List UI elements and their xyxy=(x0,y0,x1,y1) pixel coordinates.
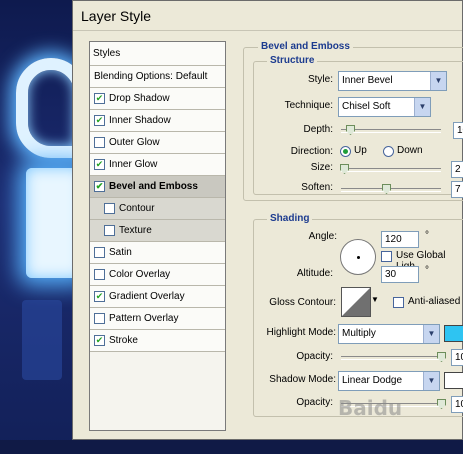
styles-list-header[interactable]: Styles xyxy=(90,42,225,66)
highlight-mode-value: Multiply xyxy=(342,328,376,339)
styles-list-item-label: Drop Shadow xyxy=(109,93,170,104)
shadow-mode-select[interactable]: Linear Dodge ▼ xyxy=(338,371,440,391)
bevel-emboss-title: Bevel and Emboss xyxy=(258,41,353,52)
shadow-opacity-label: Opacity: xyxy=(296,397,333,408)
style-label: Style: xyxy=(307,74,333,85)
anti-aliased-label: Anti-aliased xyxy=(408,296,461,307)
size-slider-track[interactable] xyxy=(341,168,441,172)
chevron-down-icon[interactable]: ▼ xyxy=(423,325,439,343)
chevron-down-icon[interactable]: ▼ xyxy=(423,372,439,390)
styles-list-item[interactable]: Color Overlay xyxy=(90,264,225,286)
checkbox-icon[interactable] xyxy=(94,137,105,148)
styles-list-item[interactable]: Contour xyxy=(90,198,225,220)
shading-title: Shading xyxy=(267,213,313,224)
styles-list-item-label: Outer Glow xyxy=(109,137,160,148)
styles-list-item-label: Bevel and Emboss xyxy=(109,181,198,192)
styles-list-item[interactable]: ✔ Bevel and Emboss xyxy=(90,176,225,198)
depth-input[interactable]: 10 xyxy=(453,122,463,139)
shadow-color-swatch[interactable] xyxy=(444,372,463,389)
soften-label: Soften: xyxy=(301,182,333,193)
styles-list-item-label: Blending Options: Default xyxy=(94,71,208,82)
checkbox-icon[interactable] xyxy=(94,313,105,324)
direction-up-label: Up xyxy=(354,145,367,156)
canvas-bottom-strip xyxy=(0,440,463,454)
styles-list-item[interactable]: Blending Options: Default xyxy=(90,66,225,88)
angle-label: Angle: xyxy=(308,231,337,242)
size-input[interactable]: 2 xyxy=(451,161,463,178)
styles-list-item[interactable]: ✔ Stroke xyxy=(90,330,225,352)
angle-unit: ° xyxy=(425,230,429,241)
angle-input[interactable]: 120 xyxy=(381,231,419,248)
style-select[interactable]: Inner Bevel ▼ xyxy=(338,71,447,91)
checkbox-checked-icon[interactable]: ✔ xyxy=(94,159,105,170)
styles-list-item[interactable]: Satin xyxy=(90,242,225,264)
styles-list-item-label: Satin xyxy=(109,247,132,258)
depth-label: Depth: xyxy=(303,124,333,135)
technique-label: Technique: xyxy=(284,100,333,111)
styles-list-item[interactable]: Texture xyxy=(90,220,225,242)
highlight-mode-select[interactable]: Multiply ▼ xyxy=(338,324,440,344)
direction-down-radio[interactable] xyxy=(383,146,394,157)
styles-list-item[interactable]: ✔ Inner Glow xyxy=(90,154,225,176)
highlight-mode-label: Highlight Mode: xyxy=(266,327,336,338)
styles-list-item[interactable]: Outer Glow xyxy=(90,132,225,154)
anti-aliased-checkbox[interactable] xyxy=(393,297,404,308)
styles-list-item-label: Color Overlay xyxy=(109,269,171,280)
direction-up-radio[interactable] xyxy=(340,146,351,157)
styles-list-item-label: Pattern Overlay xyxy=(109,313,179,324)
shadow-mode-label: Shadow Mode: xyxy=(269,374,336,385)
highlight-color-swatch[interactable] xyxy=(444,325,463,342)
styles-list-item-label: Contour xyxy=(119,203,155,214)
layer-style-dialog: Layer Style Styles Blending Options: Def… xyxy=(72,0,463,440)
checkbox-checked-icon[interactable]: ✔ xyxy=(94,291,105,302)
checkbox-checked-icon[interactable]: ✔ xyxy=(94,93,105,104)
checkbox-checked-icon[interactable]: ✔ xyxy=(94,181,105,192)
styles-list-item-label: Gradient Overlay xyxy=(109,291,185,302)
checkbox-checked-icon[interactable]: ✔ xyxy=(94,335,105,346)
shadow-shape xyxy=(22,300,62,380)
styles-list-item-label: Inner Glow xyxy=(109,159,158,170)
styles-list-item[interactable]: Pattern Overlay xyxy=(90,308,225,330)
gloss-contour-preview[interactable] xyxy=(341,287,371,317)
angle-dial[interactable] xyxy=(340,239,376,275)
highlight-opacity-track[interactable] xyxy=(341,356,441,360)
chevron-down-icon[interactable]: ▼ xyxy=(414,98,430,116)
styles-list-item-label: Inner Shadow xyxy=(109,115,171,126)
styles-list-item-label: Texture xyxy=(119,225,152,236)
checkbox-icon[interactable] xyxy=(94,247,105,258)
watermark-text: Baidu xyxy=(338,396,403,420)
technique-select[interactable]: Chisel Soft ▼ xyxy=(338,97,431,117)
technique-select-value: Chisel Soft xyxy=(342,101,391,112)
styles-list-item-label: Stroke xyxy=(109,335,138,346)
direction-label: Direction: xyxy=(290,146,333,157)
checkbox-icon[interactable] xyxy=(94,269,105,280)
gloss-contour-label: Gloss Contour: xyxy=(269,297,336,308)
soften-slider-track[interactable] xyxy=(341,188,441,192)
depth-slider-track[interactable] xyxy=(341,129,441,133)
size-label: Size: xyxy=(310,162,333,173)
direction-down-label: Down xyxy=(397,145,423,156)
highlight-opacity-label: Opacity: xyxy=(296,351,333,362)
checkbox-icon[interactable] xyxy=(104,225,115,236)
checkbox-icon[interactable] xyxy=(104,203,115,214)
soften-input[interactable]: 7 xyxy=(451,181,463,198)
altitude-label: Altitude: xyxy=(296,268,333,279)
highlight-opacity-input[interactable]: 10 xyxy=(451,349,463,366)
chevron-down-icon[interactable]: ▼ xyxy=(371,295,379,304)
style-select-value: Inner Bevel xyxy=(342,75,393,86)
altitude-input[interactable]: 30 xyxy=(381,266,419,283)
styles-list-item[interactable]: ✔ Drop Shadow xyxy=(90,88,225,110)
shadow-mode-value: Linear Dodge xyxy=(342,375,403,386)
chevron-down-icon[interactable]: ▼ xyxy=(430,72,446,90)
styles-list: Styles Blending Options: Default ✔ Drop Sh… xyxy=(89,41,226,431)
altitude-unit: ° xyxy=(425,265,429,276)
checkbox-checked-icon[interactable]: ✔ xyxy=(94,115,105,126)
styles-list-item[interactable]: ✔ Gradient Overlay xyxy=(90,286,225,308)
styles-list-item[interactable]: ✔ Inner Shadow xyxy=(90,110,225,132)
use-global-light-checkbox[interactable] xyxy=(381,251,392,262)
contour-curve-icon xyxy=(342,288,370,316)
watermark-logo: Baidu xyxy=(338,396,463,442)
dialog-title: Layer Style xyxy=(73,1,462,31)
structure-title: Structure xyxy=(267,55,318,66)
